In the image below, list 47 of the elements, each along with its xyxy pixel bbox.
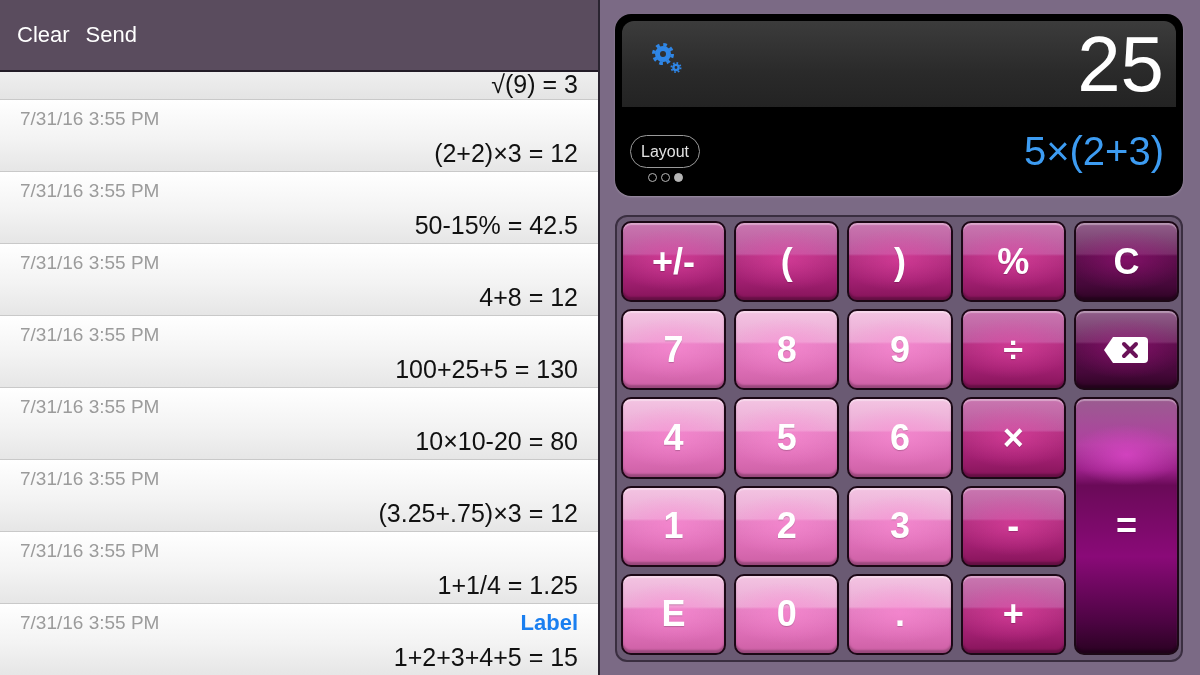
backspace-button[interactable] <box>1073 309 1179 391</box>
history-row[interactable]: 7/31/16 3:55 PM 1+1/4 = 1.25 <box>0 532 598 604</box>
history-row[interactable]: 7/31/16 3:55 PM 10×10-20 = 80 <box>0 388 598 460</box>
backspace-icon <box>1104 336 1149 363</box>
display-expression: 5×(2+3) <box>1023 128 1164 174</box>
key-button[interactable]: × <box>960 397 1066 479</box>
history-expression: 4+8 = 12 <box>479 282 578 312</box>
key-button[interactable]: . <box>847 573 953 655</box>
display-result: 25 <box>1077 23 1164 105</box>
page-dot-icon[interactable] <box>673 173 683 182</box>
key-button[interactable]: ÷ <box>960 309 1066 391</box>
key-button[interactable]: +/- <box>621 221 727 303</box>
toolbar-button[interactable]: Send <box>85 22 137 48</box>
timestamp: 7/31/16 3:55 PM <box>20 612 160 634</box>
settings-icon[interactable] <box>651 42 683 74</box>
timestamp: 7/31/16 3:55 PM <box>20 324 160 346</box>
key-button[interactable]: = <box>1073 397 1179 655</box>
history-expression: (2+2)×3 = 12 <box>434 138 578 168</box>
history-expression: 10×10-20 = 80 <box>415 426 578 456</box>
toolbar-button[interactable]: Clear <box>17 22 70 48</box>
timestamp: 7/31/16 3:55 PM <box>20 468 160 490</box>
timestamp: 7/31/16 3:55 PM <box>20 396 160 418</box>
row-label: Label <box>520 610 578 636</box>
history-row[interactable]: 7/31/16 3:55 PM Label 1+2+3+4+5 = 15 <box>0 604 598 675</box>
key-button[interactable]: 4 <box>621 397 727 479</box>
history-row[interactable]: 7/31/16 3:55 PM (2+2)×3 = 12 <box>0 100 598 172</box>
key-button[interactable]: ) <box>847 221 953 303</box>
history-row[interactable]: 7/31/16 3:55 PM 50-15% = 42.5 <box>0 172 598 244</box>
history-expression: 1+1/4 = 1.25 <box>437 570 578 600</box>
history-row[interactable]: 7/31/16 3:55 PM 100+25+5 = 130 <box>0 316 598 388</box>
history-expression: 1+2+3+4+5 = 15 <box>393 642 578 672</box>
timestamp: 7/31/16 3:55 PM <box>20 540 160 562</box>
key-button[interactable]: % <box>960 221 1066 303</box>
history-row[interactable]: √(9) = 3 <box>0 72 598 100</box>
history-expression: 50-15% = 42.5 <box>414 210 578 240</box>
history-expression: (3.25+.75)×3 = 12 <box>378 498 578 528</box>
key-button[interactable]: C <box>1073 221 1179 303</box>
key-button[interactable]: + <box>960 573 1066 655</box>
history-row[interactable]: 7/31/16 3:55 PM (3.25+.75)×3 = 12 <box>0 460 598 532</box>
history-row[interactable]: 7/31/16 3:55 PM 4+8 = 12 <box>0 244 598 316</box>
timestamp: 7/31/16 3:55 PM <box>20 108 160 130</box>
key-button[interactable]: - <box>960 485 1066 567</box>
history-expression: √(9) = 3 <box>491 70 578 98</box>
key-button[interactable]: ( <box>734 221 840 303</box>
history-expression: 100+25+5 = 130 <box>395 354 578 384</box>
timestamp: 7/31/16 3:55 PM <box>20 180 160 202</box>
timestamp: 7/31/16 3:55 PM <box>20 252 160 274</box>
